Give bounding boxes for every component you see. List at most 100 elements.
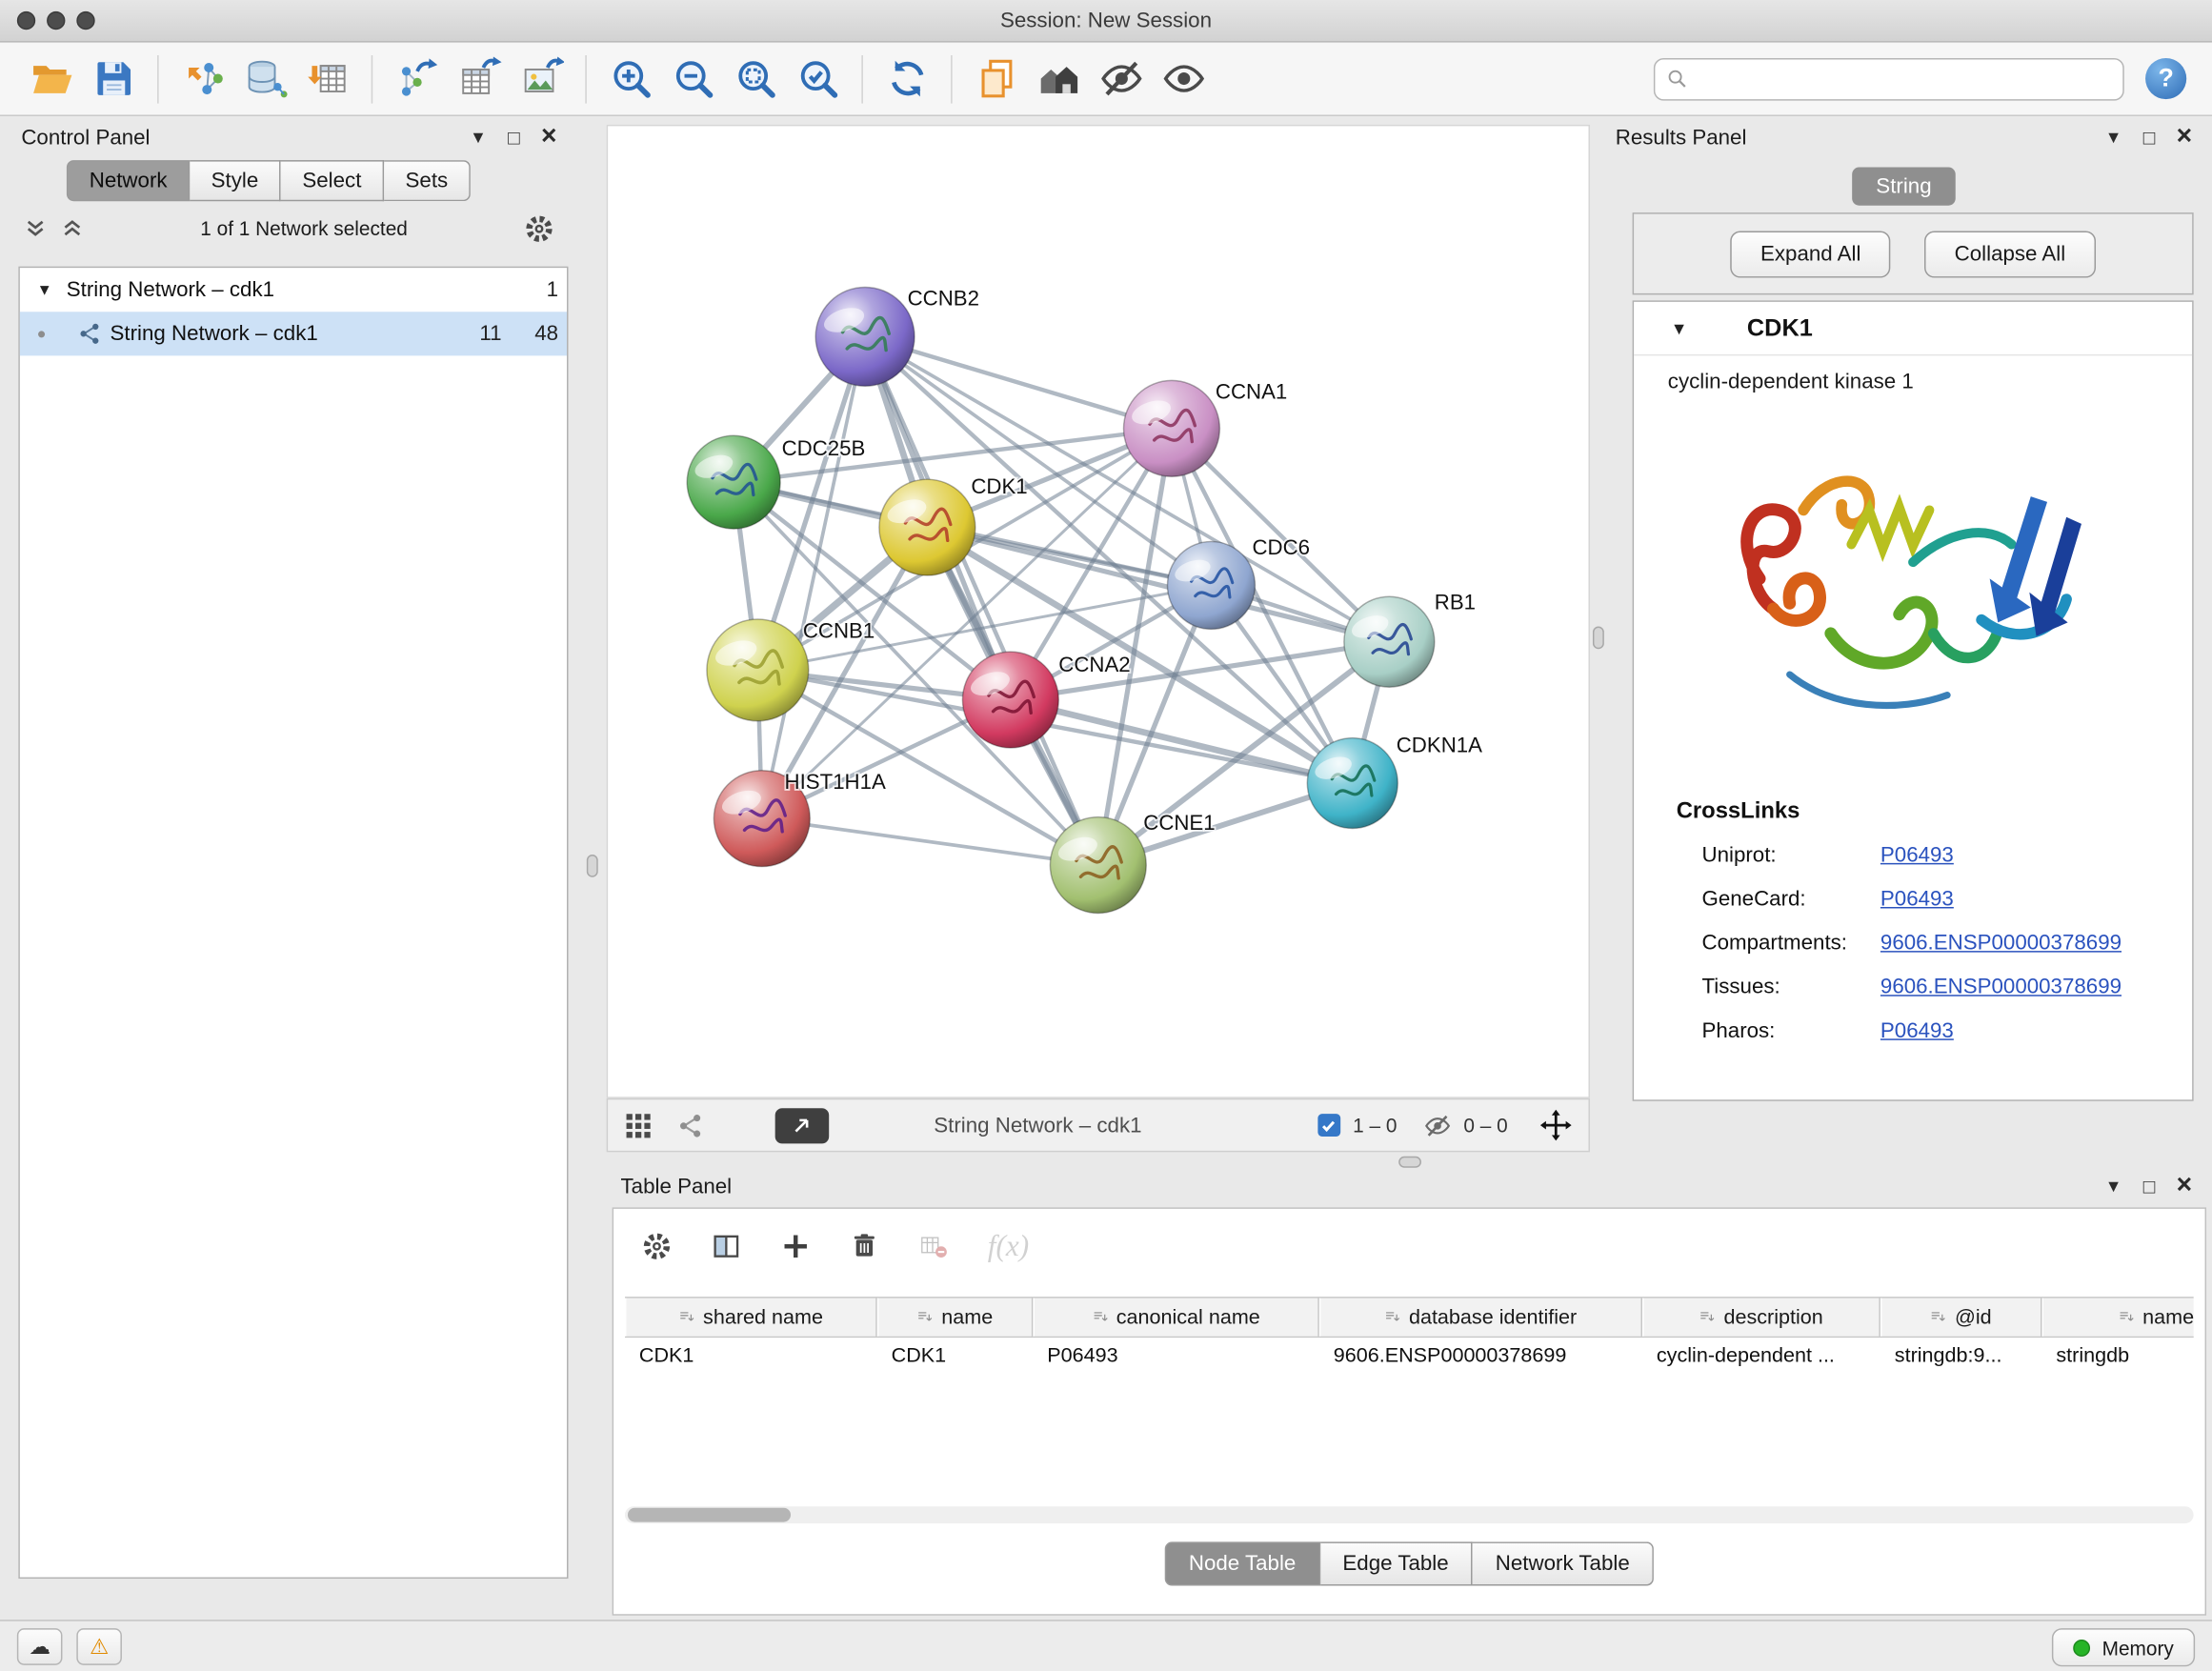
show-columns-icon[interactable] <box>712 1231 741 1260</box>
network-canvas[interactable]: CCNB2CCNA1CDC25BCDK1CDC6RB1CCNB1CCNA2CDK… <box>607 125 1590 1098</box>
column-header-database-identifier[interactable]: database identifier <box>1319 1299 1642 1337</box>
add-column-plus-icon[interactable] <box>781 1231 811 1260</box>
hidden-eye-slash-icon[interactable] <box>1424 1112 1451 1138</box>
right-splitter-handle[interactable] <box>1593 626 1604 649</box>
open-session-button[interactable] <box>20 48 82 110</box>
network-node-cdc6[interactable] <box>1167 541 1255 629</box>
collapse-all-tree-icon[interactable] <box>61 217 84 240</box>
tab-sets[interactable]: Sets <box>384 160 471 201</box>
import-network-database-button[interactable] <box>233 48 295 110</box>
crosslink-link[interactable]: P06493 <box>1880 887 1954 911</box>
search-input[interactable] <box>1697 68 2112 91</box>
column-header--id[interactable]: @id <box>1880 1299 2042 1337</box>
export-network-button[interactable] <box>386 48 448 110</box>
network-node-ccna2[interactable] <box>962 652 1058 748</box>
export-image-button[interactable] <box>511 48 573 110</box>
column-header-shared-name[interactable]: shared name <box>625 1299 877 1337</box>
network-node-cdkn1a[interactable] <box>1307 738 1398 829</box>
table-cell[interactable]: stringdb <box>2041 1338 2193 1376</box>
network-edge[interactable] <box>762 818 1098 865</box>
selected-checkbox[interactable] <box>1317 1114 1340 1137</box>
network-node-ccne1[interactable] <box>1050 817 1146 914</box>
detach-view-button[interactable] <box>775 1107 830 1142</box>
zoom-in-button[interactable] <box>599 48 661 110</box>
network-edge[interactable] <box>865 336 1098 865</box>
warnings-button[interactable]: ⚠ <box>76 1627 122 1664</box>
network-edge[interactable] <box>762 336 865 818</box>
expand-all-tree-icon[interactable] <box>24 217 47 240</box>
table-cell[interactable]: stringdb:9... <box>1880 1338 2042 1376</box>
table-cell[interactable]: P06493 <box>1033 1338 1318 1376</box>
import-table-button[interactable] <box>296 48 358 110</box>
window-minimize-button[interactable] <box>47 11 65 30</box>
table-row[interactable]: CDK1CDK1P064939606.ENSP00000378699cyclin… <box>625 1338 2194 1376</box>
network-node-ccnb2[interactable] <box>815 287 915 386</box>
refresh-view-button[interactable] <box>875 48 937 110</box>
collapse-all-button[interactable]: Collapse All <box>1924 231 2095 277</box>
network-node-cdk1[interactable] <box>879 479 975 575</box>
protein-card-header[interactable]: ▼ CDK1 <box>1634 302 2192 356</box>
column-header-description[interactable]: description <box>1642 1299 1880 1337</box>
zoom-out-button[interactable] <box>662 48 724 110</box>
tab-edge-table[interactable]: Edge Table <box>1320 1541 1473 1585</box>
import-network-button[interactable] <box>171 48 233 110</box>
welcome-screen-button[interactable] <box>1027 48 1089 110</box>
grid-view-icon[interactable] <box>625 1112 652 1138</box>
column-header-name[interactable]: name <box>877 1299 1034 1337</box>
close-panel-icon[interactable]: × <box>2177 123 2193 150</box>
column-header-canonical-name[interactable]: canonical name <box>1033 1299 1318 1337</box>
float-panel-icon[interactable]: □ <box>2143 128 2156 148</box>
show-graphics-details-button[interactable] <box>1152 48 1214 110</box>
network-options-gear-icon[interactable] <box>524 213 553 243</box>
tab-style[interactable]: Style <box>190 160 281 201</box>
collapse-panel-icon[interactable]: ▼ <box>470 129 487 146</box>
memory-button[interactable]: Memory <box>2053 1628 2196 1666</box>
float-panel-icon[interactable]: □ <box>508 128 520 148</box>
table-cell[interactable]: 9606.ENSP00000378699 <box>1319 1338 1642 1376</box>
window-zoom-button[interactable] <box>76 11 94 30</box>
tab-select[interactable]: Select <box>281 160 384 201</box>
network-node-rb1[interactable] <box>1344 596 1435 687</box>
tab-node-table[interactable]: Node Table <box>1165 1541 1320 1585</box>
crosslink-link[interactable]: 9606.ENSP00000378699 <box>1880 975 2122 998</box>
network-collection-row[interactable]: ▼ String Network – cdk1 1 <box>20 268 567 312</box>
table-settings-gear-icon[interactable] <box>642 1231 672 1260</box>
bottom-splitter-handle[interactable] <box>1398 1157 1421 1168</box>
zoom-fit-button[interactable] <box>724 48 786 110</box>
network-share-icon[interactable] <box>677 1112 704 1138</box>
pan-move-icon[interactable] <box>1540 1110 1572 1141</box>
crosslink-link[interactable]: P06493 <box>1880 1019 1954 1043</box>
help-button[interactable]: ? <box>2145 58 2186 99</box>
hide-graphics-details-button[interactable] <box>1090 48 1152 110</box>
protein-caret-icon[interactable]: ▼ <box>1671 318 1688 338</box>
crosslink-link[interactable]: P06493 <box>1880 843 1954 867</box>
scrollbar-thumb[interactable] <box>628 1508 791 1522</box>
tab-network[interactable]: Network <box>67 160 190 201</box>
table-horizontal-scrollbar[interactable] <box>625 1506 2194 1523</box>
network-graph[interactable]: CCNB2CCNA1CDC25BCDK1CDC6RB1CCNB1CCNA2CDK… <box>608 126 1588 1097</box>
tree-caret-icon[interactable]: ▼ <box>37 281 52 298</box>
left-splitter-handle[interactable] <box>587 855 598 877</box>
float-panel-icon[interactable]: □ <box>2143 1177 2156 1197</box>
expand-all-button[interactable]: Expand All <box>1731 231 1891 277</box>
collapse-panel-icon[interactable]: ▼ <box>2105 1178 2122 1195</box>
export-table-button[interactable] <box>448 48 510 110</box>
save-session-button[interactable] <box>82 48 144 110</box>
window-close-button[interactable] <box>17 11 35 30</box>
network-row-selected[interactable]: ● String Network – cdk1 11 48 <box>20 312 567 355</box>
table-cell[interactable]: cyclin-dependent ... <box>1642 1338 1880 1376</box>
zoom-selected-button[interactable] <box>787 48 849 110</box>
collapse-panel-icon[interactable]: ▼ <box>2105 129 2122 146</box>
network-node-ccnb1[interactable] <box>707 619 809 721</box>
network-node-ccna1[interactable] <box>1124 380 1220 476</box>
table-cell[interactable]: CDK1 <box>877 1338 1034 1376</box>
documents-button[interactable] <box>965 48 1027 110</box>
crosslink-link[interactable]: 9606.ENSP00000378699 <box>1880 931 2122 955</box>
close-panel-icon[interactable]: × <box>541 123 557 150</box>
search-box[interactable] <box>1654 57 2124 100</box>
network-node-cdc25b[interactable] <box>687 435 780 529</box>
delete-trash-icon[interactable] <box>851 1232 879 1260</box>
close-panel-icon[interactable]: × <box>2177 1171 2193 1198</box>
column-header-namespace[interactable]: namespace <box>2041 1299 2193 1337</box>
results-tab-string[interactable]: String <box>1852 168 1956 206</box>
